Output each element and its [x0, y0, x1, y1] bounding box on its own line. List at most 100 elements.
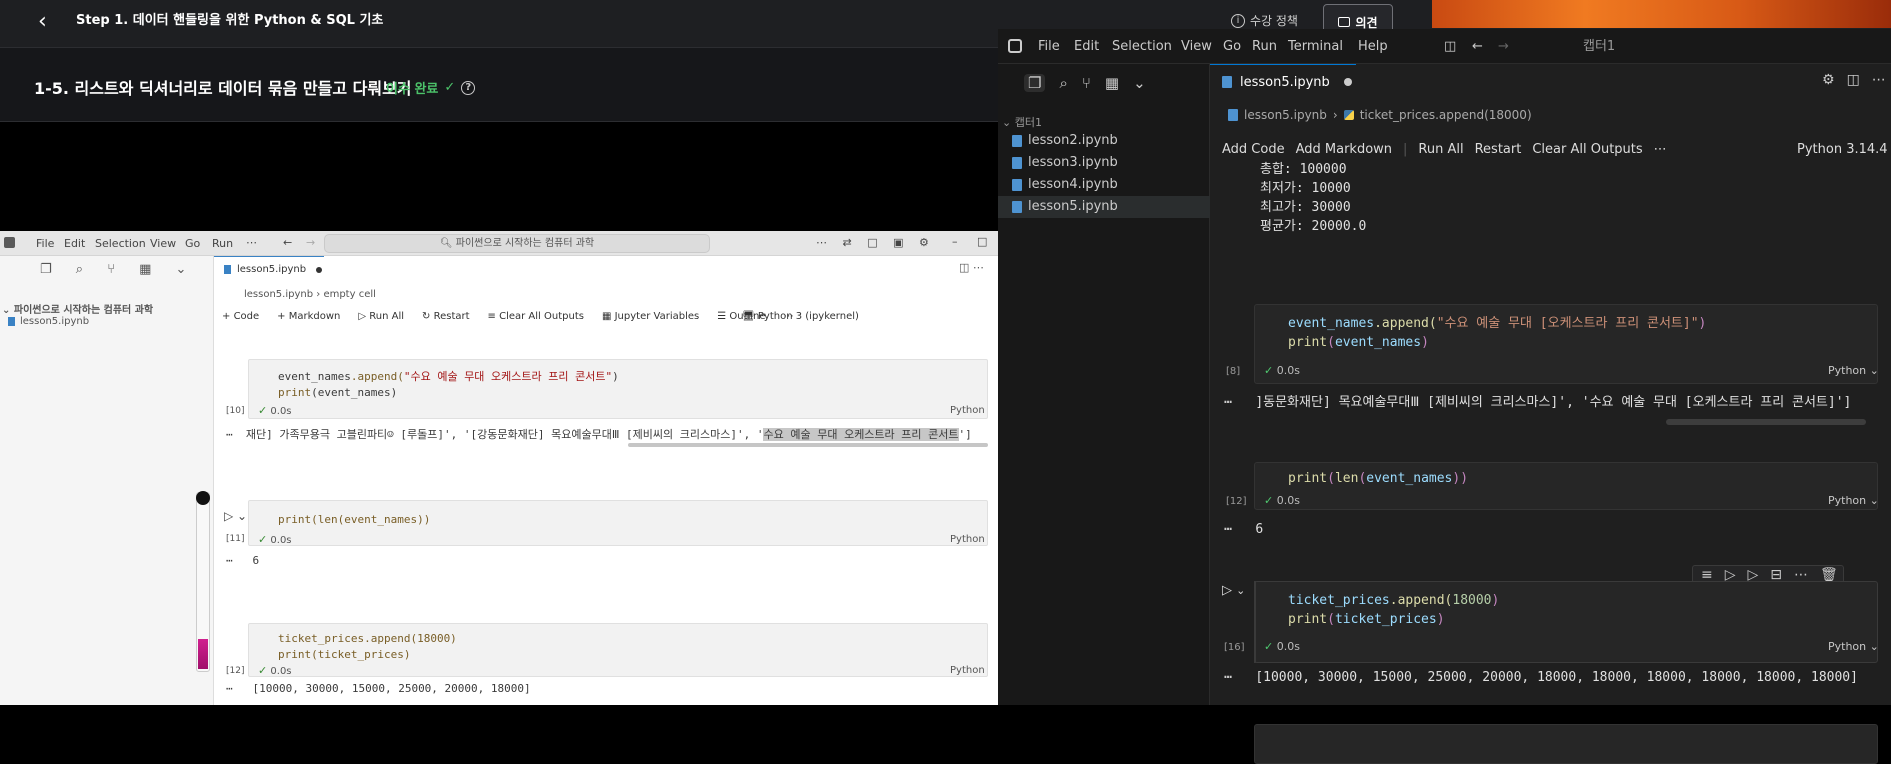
video-h-scrollbar [628, 443, 988, 447]
run-cell-chevron-icon[interactable]: ⌄ [1236, 584, 1245, 597]
more-actions-icon[interactable]: ⋯ [1872, 72, 1886, 88]
cell-16-language-label: Python [1828, 640, 1867, 653]
restart-button[interactable]: Restart [1475, 142, 1522, 157]
code-print: print [1288, 335, 1328, 350]
video-cell-10-time: 0.0s [270, 406, 292, 417]
breadcrumb-cell[interactable]: ticket_prices.append(18000) [1360, 108, 1532, 122]
video-cell-11-count: [11] [226, 534, 245, 544]
video-split-icon: ◫ ⋯ [959, 261, 984, 274]
video-explorer-root: ⌄ 파이썬으로 시작하는 컴퓨터 과학 [2, 305, 154, 316]
output-line-avg: 평균가: 20000.0 [1260, 219, 1367, 234]
output-more-icon[interactable]: ⋯ [1224, 522, 1232, 537]
video-kernel-label: Python 3 (ipykernel) [757, 311, 859, 322]
code-arg: event_names [1366, 471, 1453, 486]
video-explorer-icons: ❐ ⌕ ⑂ ▦ ⌄ [40, 262, 197, 277]
cell-12-time: 0.0s [1276, 494, 1300, 507]
file-list: lesson2.ipynb lesson3.ipynb lesson4.ipyn… [998, 130, 1210, 218]
split-editor-icon[interactable]: ◫ [1847, 72, 1860, 88]
file-lesson4[interactable]: lesson4.ipynb [998, 174, 1210, 196]
policy-link[interactable]: i 수강 정책 [1231, 12, 1298, 29]
check-icon: ✓ [258, 404, 268, 417]
file-lesson5[interactable]: lesson5.ipynb [998, 196, 1210, 218]
video-menu-run: Run [212, 237, 234, 250]
file-lesson3[interactable]: lesson3.ipynb [998, 152, 1210, 174]
kernel-picker[interactable]: Python 3.14.4 [1797, 142, 1888, 157]
code-fn: .append( [1374, 316, 1437, 331]
back-arrow-icon[interactable]: ‹ [38, 10, 62, 34]
nav-back-icon[interactable]: ← [1472, 29, 1483, 64]
cell-8-language[interactable]: Python ⌄ [1828, 364, 1879, 377]
menu-view[interactable]: View [1181, 29, 1212, 64]
output-more-icon[interactable]: ⋯ [1224, 670, 1232, 685]
video-cell-12-line2: print(ticket_prices) [278, 648, 411, 661]
code-fn: .append( [1389, 593, 1453, 608]
video-cell-10-output: ⋯ 재단] 가족무용극 고블린파티☺ [루돌프]', '[강동문화재단] 목요예… [226, 428, 972, 441]
annotation-toolbar[interactable] [196, 491, 210, 672]
breadcrumb-file[interactable]: lesson5.ipynb [1244, 108, 1327, 122]
video-cell-10-lang: Python [950, 405, 985, 416]
source-control-icon[interactable]: ⑂ [1082, 74, 1091, 92]
policy-label: 수강 정책 [1250, 14, 1298, 28]
annotation-logo-icon [196, 491, 210, 505]
menu-selection[interactable]: Selection [1112, 29, 1172, 64]
help-icon[interactable]: ? [461, 80, 476, 95]
menu-run[interactable]: Run [1252, 29, 1277, 64]
video-add-markdown: + Markdown [277, 311, 341, 322]
file-lesson2[interactable]: lesson2.ipynb [998, 130, 1210, 152]
menu-file[interactable]: File [1038, 29, 1060, 64]
video-cell-10-code: event_names.append("수요 예술 무대 오케스트라 프리 콘서… [278, 369, 619, 401]
cell-16-count: [16] [1224, 642, 1245, 653]
cell-12-output-text: 6 [1255, 522, 1264, 537]
nav-forward-icon[interactable]: → [1498, 29, 1509, 64]
lesson-title: 1-5. 리스트와 딕셔너리로 데이터 묶음 만들고 다뤄보기 [34, 79, 412, 98]
menu-terminal[interactable]: Terminal [1288, 29, 1343, 64]
toolbar-more-icon[interactable]: ⋯ [1654, 142, 1667, 157]
extensions-icon[interactable]: ▦ [1105, 74, 1119, 92]
video-cell-12-time: 0.0s [270, 666, 292, 677]
clear-outputs-button[interactable]: Clear All Outputs [1532, 142, 1642, 157]
add-code-button[interactable]: Add Code [1222, 142, 1285, 157]
code-obj: ticket_prices [1288, 593, 1390, 608]
notebook-icon [1012, 135, 1022, 147]
code-print: print [1288, 612, 1328, 627]
chevron-down-icon[interactable]: ⌄ [1133, 74, 1146, 92]
add-markdown-button[interactable]: Add Markdown [1296, 142, 1392, 157]
menu-go[interactable]: Go [1223, 29, 1241, 64]
output-h-scrollbar[interactable] [1666, 419, 1866, 425]
menu-help[interactable]: Help [1358, 29, 1388, 64]
video-run-all: ▷ Run All [358, 311, 405, 322]
editor-tab[interactable]: lesson5.ipynb [1210, 64, 1356, 99]
code-print: print [1288, 471, 1328, 486]
video-cell-12-status: ✓ 0.0s [258, 664, 292, 677]
active-cell-indicator [1254, 581, 1256, 663]
check-icon: ✓ [258, 664, 268, 677]
comment-icon [1338, 17, 1351, 27]
cell-16-output: ⋯ [10000, 30000, 15000, 25000, 20000, 18… [1224, 670, 1858, 685]
settings-icon[interactable]: ⚙ [1822, 72, 1835, 88]
unsaved-dot-icon[interactable] [1343, 78, 1352, 86]
video-nav-forward-icon: → [306, 236, 316, 249]
video-cell-11-output-text: 6 [252, 554, 260, 567]
next-cell[interactable] [1254, 724, 1878, 764]
output-more-icon[interactable]: ⋯ [1224, 395, 1232, 410]
video-menu-file: File [36, 237, 55, 250]
video-cell-12-line1: ticket_prices.append(18000) [278, 632, 457, 645]
code-cell-16-source: ticket_prices.append(18000) print(ticket… [1288, 593, 1500, 627]
run-cell-button[interactable]: ▷ ⌄ [1222, 583, 1245, 598]
vscode-window: File Edit Selection View Go Run Terminal… [998, 29, 1891, 764]
cell-12-language[interactable]: Python ⌄ [1828, 494, 1879, 507]
cell-16-language[interactable]: Python ⌄ [1828, 640, 1879, 653]
explorer-root[interactable]: ⌄ 캡터1 [1002, 114, 1042, 130]
file-lesson2-label: lesson2.ipynb [1028, 133, 1118, 148]
run-all-button[interactable]: Run All [1418, 142, 1463, 157]
code-num: 18000 [1452, 593, 1492, 608]
menu-edit[interactable]: Edit [1074, 29, 1099, 64]
explorer-icon[interactable]: ❐ [1024, 74, 1046, 92]
lecture-video[interactable]: File Edit Selection View Go Run ⋯ ← → 🔍︎… [0, 231, 998, 705]
video-menu-go: Go [185, 237, 201, 250]
explorer-sidebar: ❐ ⌕ ⑂ ▦ ⌄ ⌄ 캡터1 lesson2.ipynb lesson3.ip… [998, 64, 1210, 705]
search-icon[interactable]: ⌕ [1059, 74, 1067, 92]
toggle-sidebar-icon[interactable]: ◫ [1444, 29, 1456, 64]
vscode-logo-icon [4, 237, 15, 248]
video-variables: ▦ Jupyter Variables [601, 311, 700, 322]
